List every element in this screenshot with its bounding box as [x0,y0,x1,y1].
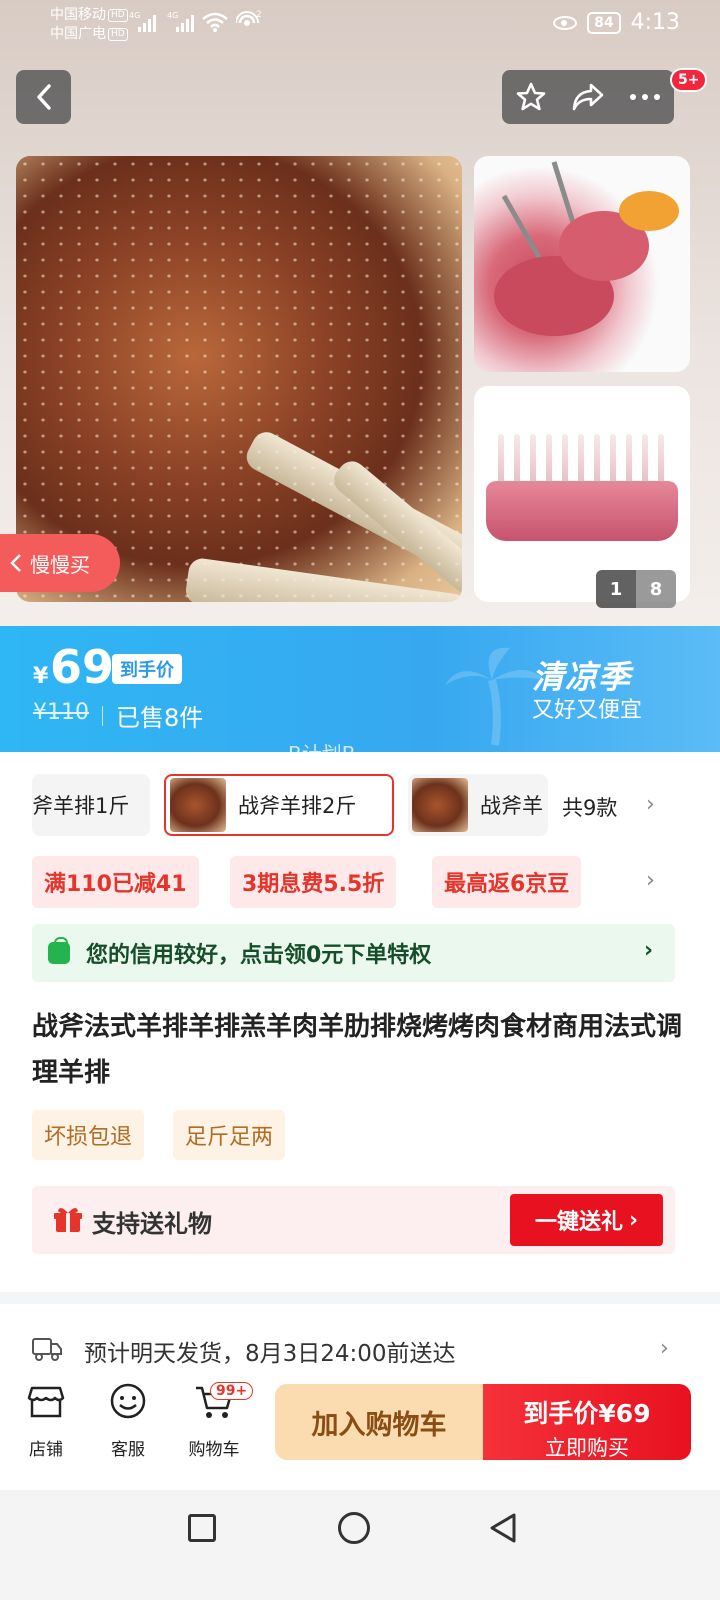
buy-now-price: 到手价¥69 [523,1399,651,1428]
variant-count[interactable]: 共9款 [562,792,617,822]
carrier-info: 中国移动 HD 中国广电 HD [50,6,128,44]
watermark: B计划B [288,742,356,766]
chat-smile-icon [110,1383,146,1419]
cart-label: 购物车 [188,1440,240,1460]
home-button[interactable] [338,1512,370,1544]
carrier-1: 中国移动 [50,7,106,23]
delivery-text: 预计明天发货，8月3日24:00前送达 [84,1341,456,1367]
gift-banner: 支持送礼物 一键送礼 › [32,1186,675,1254]
buy-now-button[interactable]: 到手价¥69 立即购买 [483,1384,691,1460]
variant-option-3[interactable]: 战斧羊 [408,774,548,836]
carrier-2: 中国广电 [50,26,106,42]
season-subtitle: 又好又便宜 [532,698,643,723]
recent-apps-button[interactable] [188,1514,216,1542]
shop-button[interactable]: 店铺 [6,1382,86,1460]
hd-badge-1: HD [108,8,128,22]
chevron-right-icon[interactable]: › [646,868,655,893]
chevron-right-icon: › [660,1336,669,1361]
pager-total: 8 [636,570,676,608]
signal-icon-1: 4G [129,11,156,32]
hd-badge-2: HD [108,27,128,41]
image-pager: 1 8 [596,570,676,608]
star-icon [516,82,545,111]
slow-buy-button[interactable]: 慢慢买 [0,534,120,592]
variant-label: 斧羊排1斤 [32,794,130,818]
store-icon [27,1386,65,1418]
chevron-left-icon [10,554,21,572]
product-title: 战斧法式羊排羊排羔羊肉羊肋排烧烤烤肉食材商用法式调理羊排 [32,1012,683,1088]
promo-tag[interactable]: 满110已减41 [32,856,199,908]
more-dots-icon [630,94,661,100]
signal-icons: 4G 4G 2 [129,10,262,32]
variant-selector: 斧羊排1斤 战斧羊排2斤 战斧羊 共9款 › [0,770,720,840]
original-price: ¥110 [33,700,89,725]
shopping-bag-icon [48,937,70,964]
share-button[interactable] [564,73,612,121]
battery-indicator: 84 [587,11,621,34]
variant-thumb [412,778,468,832]
price-tag: 到手价 [112,654,182,684]
hotspot-icon: 2 [236,10,262,26]
system-navigation-bar [0,1490,720,1600]
send-gift-label: 一键送礼 [534,1210,623,1235]
buy-now-label: 立即购买 [545,1436,629,1460]
eye-comfort-icon [553,15,578,30]
gift-icon [54,1207,82,1232]
credit-banner[interactable]: 您的信用较好，点击领0元下单特权 › [32,924,675,982]
shop-label: 店铺 [29,1440,63,1460]
cart-count-badge: 99+ [210,1382,254,1400]
status-right: 84 4:13 [553,10,680,35]
status-bar: 中国移动 HD 中国广电 HD 4G 4G 2 84 4:13 [0,0,720,50]
sold-count: 已售8件 [116,704,204,732]
chevron-right-icon: › [644,938,654,963]
product-thumb-image-1[interactable] [474,156,690,372]
truck-icon [32,1338,62,1361]
credit-text: 您的信用较好，点击领0元下单特权 [86,943,432,968]
promo-tag[interactable]: 最高返6京豆 [432,856,582,908]
promo-tag[interactable]: 3期息费5.5折 [230,856,397,908]
promotions-row: 满110已减41 3期息费5.5折 最高返6京豆 › [0,856,720,908]
message-count-badge: 5+ [670,68,708,92]
add-to-cart-button[interactable]: 加入购物车 [275,1384,483,1460]
chevron-left-icon [36,84,51,110]
delivery-row[interactable]: 预计明天发货，8月3日24:00前送达 › [0,1320,720,1380]
guarantee-badge: 坏损包退 [32,1110,145,1160]
clock: 4:13 [630,10,680,35]
price-currency: ¥ [33,664,49,689]
chevron-right-icon: › [628,1207,639,1233]
chevron-right-icon[interactable]: › [646,792,655,817]
variant-label: 战斧羊 [480,794,543,818]
svg-text:2: 2 [256,10,262,20]
price-band: ¥ 69 到手价 ¥110 已售8件 清凉季 又好又便宜 [0,626,720,752]
share-icon [572,83,604,111]
variant-option-2[interactable]: 战斧羊排2斤 [164,774,394,836]
signal-icon-2: 4G [167,11,194,32]
pager-current: 1 [596,570,636,608]
favorite-button[interactable] [507,73,555,121]
wifi-icon [202,12,228,32]
more-button[interactable] [621,73,669,121]
variant-thumb [170,778,226,832]
service-label: 客服 [111,1440,145,1460]
section-divider [0,1292,720,1304]
back-button[interactable] [16,70,71,124]
customer-service-button[interactable]: 客服 [88,1382,168,1460]
bottom-action-bar: 店铺 客服 购物车 99+ 加入购物车 到手价¥69 立即购买 [0,1378,720,1488]
gift-label: 支持送礼物 [92,1210,212,1238]
price-separator [102,706,103,726]
price-amount: 69 [50,640,115,694]
header-actions [502,70,674,124]
send-gift-button[interactable]: 一键送礼 › [510,1194,663,1246]
variant-option-1[interactable]: 斧羊排1斤 [32,774,150,836]
slow-buy-label: 慢慢买 [30,552,90,577]
guarantee-badge: 足斤足两 [173,1110,286,1160]
variant-label: 战斧羊排2斤 [238,794,357,818]
system-back-button[interactable] [488,1512,518,1544]
